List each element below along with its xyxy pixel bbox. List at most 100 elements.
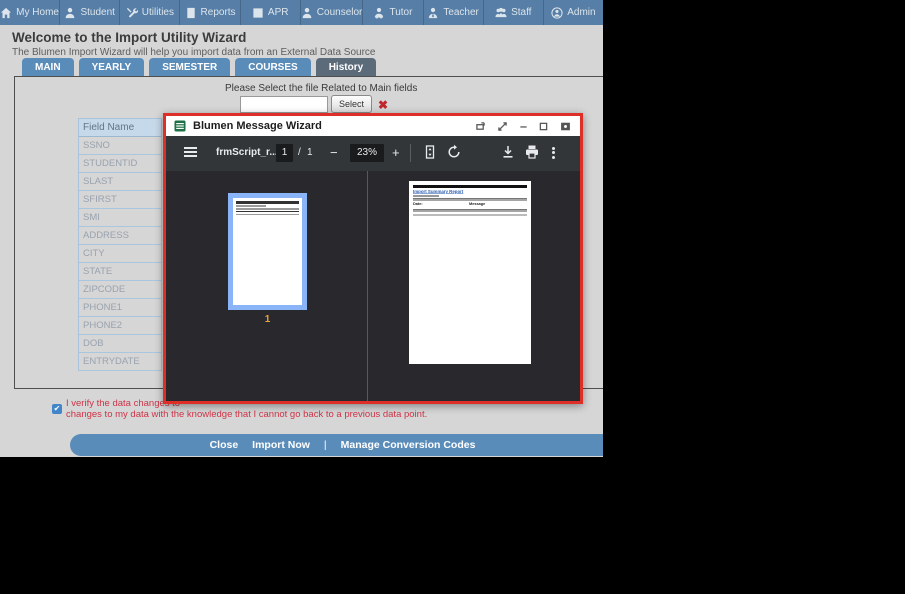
thumbnail-content-line: [236, 213, 299, 215]
doc-divider-bar: [413, 209, 527, 212]
top-nav: My Home Student Utilities Reports APR Co…: [0, 0, 603, 25]
nav-staff[interactable]: Staff: [482, 0, 543, 25]
field-row-studentid[interactable]: STUDENTID: [79, 155, 161, 173]
reports-icon: [186, 7, 195, 18]
nav-utilities[interactable]: Utilities: [119, 0, 179, 25]
field-row-ssno[interactable]: SSNO: [79, 137, 161, 155]
close-button[interactable]: Close: [210, 439, 239, 451]
pdf-page-pane[interactable]: Import Summary Report Date: Message: [368, 171, 580, 401]
field-row-zipcode[interactable]: ZIPCODE: [79, 281, 161, 299]
nav-label: My Home: [16, 7, 59, 18]
nav-reports[interactable]: Reports: [179, 0, 239, 25]
pdf-filename: frmScript_r...: [216, 147, 278, 158]
field-row-phone1[interactable]: PHONE1: [79, 299, 161, 317]
counselor-icon: [302, 7, 312, 18]
nav-teacher[interactable]: Teacher: [422, 0, 483, 25]
import-now-button[interactable]: Import Now: [252, 439, 310, 451]
thumbnail-page-number: 1: [264, 314, 271, 325]
thumbnail-content-line: [236, 205, 266, 207]
nav-label: Tutor: [389, 7, 413, 18]
nav-admin[interactable]: Admin: [542, 0, 603, 25]
verify-checkbox[interactable]: ✔: [52, 404, 62, 414]
field-row-smi[interactable]: SMI: [79, 209, 161, 227]
maximize-icon[interactable]: [533, 116, 553, 136]
page-thumbnail-selected[interactable]: [228, 193, 307, 310]
popout-icon[interactable]: [470, 116, 490, 136]
tab-semester[interactable]: SEMESTER: [149, 58, 231, 76]
footer-divider: |: [323, 439, 327, 451]
tab-courses[interactable]: COURSES: [235, 58, 311, 76]
select-file-button[interactable]: Select: [331, 95, 372, 113]
thumbnail-page-preview: [233, 198, 302, 305]
page-subtitle: The Blumen Import Wizard will help you i…: [12, 47, 376, 58]
nav-student[interactable]: Student: [59, 0, 119, 25]
kebab-menu-icon[interactable]: [552, 145, 555, 160]
hamburger-menu-icon[interactable]: [184, 145, 197, 159]
nav-apr[interactable]: APR: [239, 0, 300, 25]
zoom-out-button[interactable]: −: [330, 145, 338, 160]
page-total: 1: [307, 147, 313, 158]
field-row-address[interactable]: ADDRESS: [79, 227, 161, 245]
app-window: My Home Student Utilities Reports APR Co…: [0, 0, 603, 457]
thumbnail-content-line: [236, 211, 299, 212]
doc-message-label: Message: [468, 202, 485, 206]
download-icon[interactable]: [500, 144, 516, 165]
pdf-page: Import Summary Report Date: Message: [409, 181, 531, 364]
zoom-in-button[interactable]: +: [392, 145, 400, 160]
nav-label: Counselor: [316, 7, 363, 18]
field-row-dob[interactable]: DOB: [79, 335, 161, 353]
file-path-input[interactable]: [240, 96, 328, 113]
tutor-icon: [375, 7, 384, 19]
thumbnail-pane: 1: [166, 171, 368, 401]
nav-label: Admin: [567, 7, 596, 18]
pdf-toolbar: frmScript_r... 1 / 1 − 23% +: [166, 136, 580, 171]
zoom-level-input[interactable]: 23%: [350, 144, 384, 162]
nav-counselor[interactable]: Counselor: [299, 0, 363, 25]
teacher-icon: [429, 7, 438, 18]
nav-label: Student: [80, 7, 115, 18]
rotate-icon[interactable]: [446, 144, 462, 165]
field-name-table: Field Name SSNO STUDENTID SLAST SFIRST S…: [78, 118, 162, 371]
doc-column-labels: Date: Message: [413, 202, 527, 209]
utilities-icon: [126, 7, 138, 18]
file-select-prompt: Please Select the file Related to Main f…: [225, 83, 418, 94]
nav-label: Utilities: [141, 7, 174, 18]
capture-icon[interactable]: [555, 116, 575, 136]
field-row-sfirst[interactable]: SFIRST: [79, 191, 161, 209]
tab-history[interactable]: History: [315, 58, 377, 76]
field-row-slast[interactable]: SLAST: [79, 173, 161, 191]
dialog-title: Blumen Message Wizard: [193, 120, 322, 132]
resize-icon[interactable]: [492, 116, 512, 136]
field-row-state[interactable]: STATE: [79, 263, 161, 281]
doc-header-bar: [413, 185, 527, 188]
nav-label: Teacher: [443, 7, 479, 18]
nav-my-home[interactable]: My Home: [0, 0, 59, 25]
field-row-city[interactable]: CITY: [79, 245, 161, 263]
doc-date-label: Date:: [413, 202, 423, 206]
field-table-header: Field Name: [79, 119, 161, 137]
doc-divider-bar: [413, 214, 527, 216]
print-icon[interactable]: [524, 144, 540, 165]
page-number-input[interactable]: 1: [276, 144, 293, 162]
tab-main[interactable]: MAIN: [22, 58, 74, 76]
student-icon: [66, 7, 75, 18]
apr-icon: [253, 7, 263, 18]
minimize-icon[interactable]: [513, 116, 533, 136]
thumbnail-content-line: [236, 208, 299, 210]
blumen-message-wizard-dialog: Blumen Message Wizard frmScript_r... 1 /…: [163, 113, 583, 404]
doc-divider-bar: [413, 198, 527, 201]
field-row-entrydate[interactable]: ENTRYDATE: [79, 353, 161, 371]
home-icon: [1, 7, 12, 18]
nav-label: Staff: [511, 7, 532, 18]
manage-conversion-codes-button[interactable]: Manage Conversion Codes: [341, 439, 476, 451]
red-x-icon[interactable]: ✖: [378, 98, 388, 112]
nav-tutor[interactable]: Tutor: [362, 0, 422, 25]
fit-to-page-icon[interactable]: [422, 144, 438, 165]
nav-label: Reports: [200, 7, 236, 18]
nav-label: APR: [267, 7, 289, 18]
field-row-phone2[interactable]: PHONE2: [79, 317, 161, 335]
page-title: Welcome to the Import Utility Wizard: [12, 30, 247, 45]
footer-action-bar: Close Import Now | Manage Conversion Cod…: [70, 434, 603, 456]
tab-yearly[interactable]: YEARLY: [78, 58, 145, 76]
doc-subtext-line: [413, 195, 439, 197]
